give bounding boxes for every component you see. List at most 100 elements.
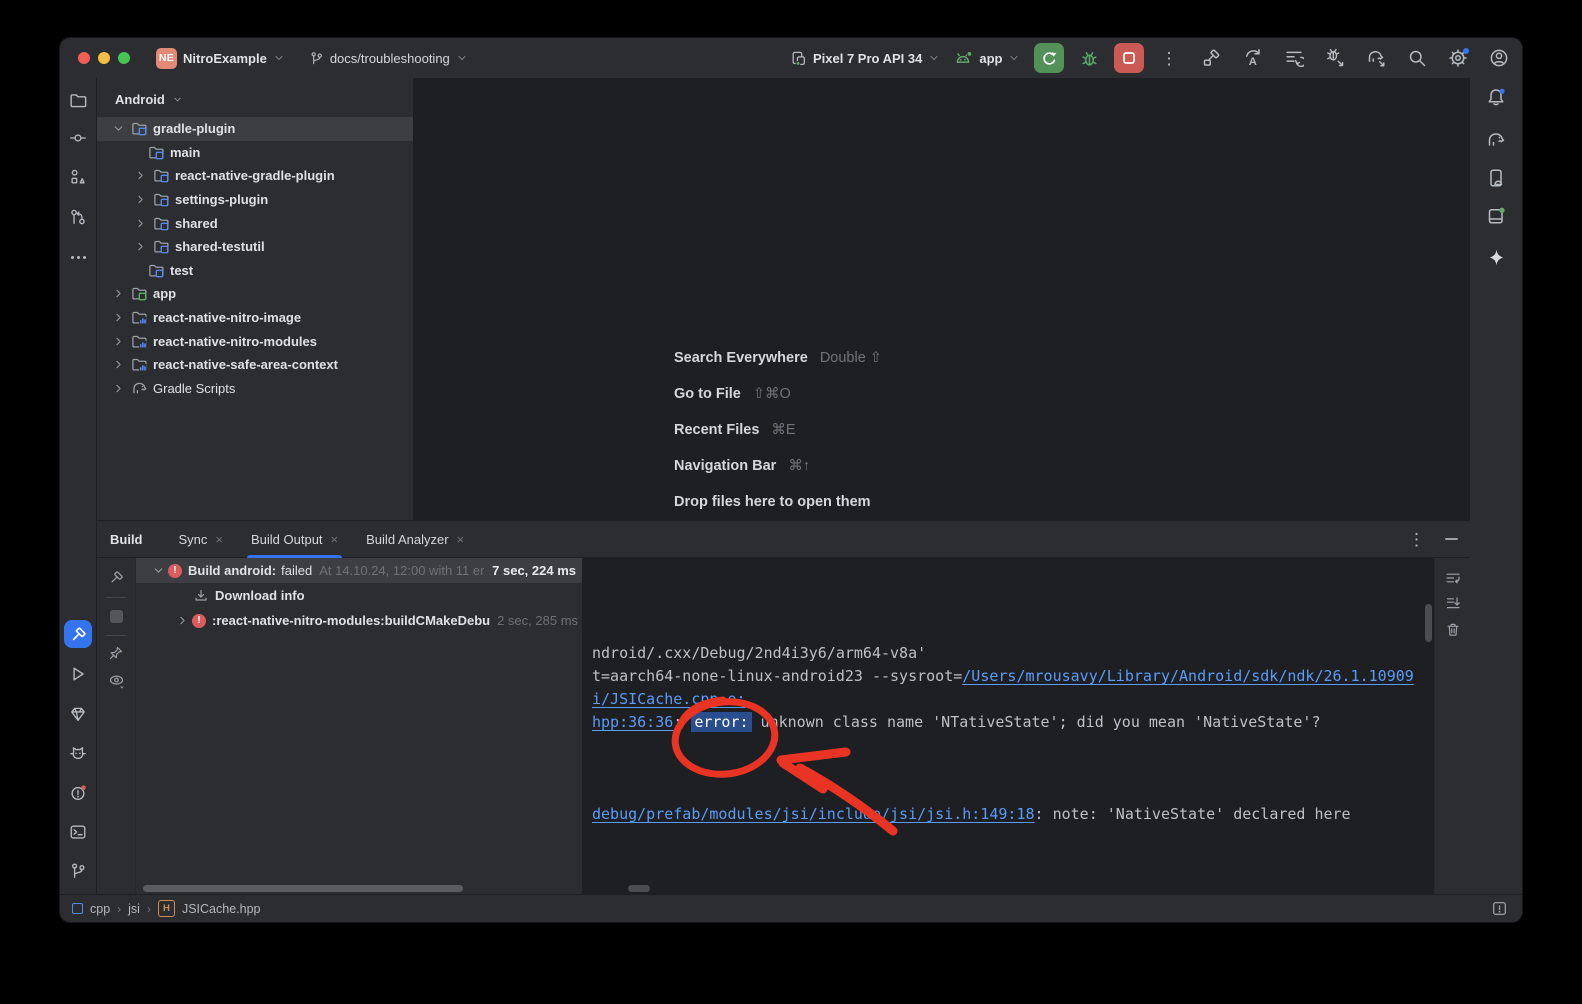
hide-panel-button[interactable]	[1445, 538, 1458, 540]
logcat-tool-button[interactable]	[64, 739, 92, 767]
tree-horizontal-scrollbar[interactable]	[143, 885, 463, 892]
close-window-button[interactable]	[78, 52, 90, 64]
debug-button[interactable]	[1078, 47, 1100, 69]
settings-button[interactable]	[1447, 47, 1469, 69]
tree-item-react-native-gradle-plugin[interactable]: react-native-gradle-plugin	[97, 164, 413, 188]
project-view-selector[interactable]: Android	[97, 78, 413, 115]
android-icon	[954, 50, 973, 67]
commit-tool-button[interactable]	[64, 124, 92, 152]
title-bar: NE NitroExample docs/troubleshooting Pix…	[60, 38, 1522, 79]
stop-button[interactable]	[1114, 43, 1144, 73]
scroll-to-end-button[interactable]	[1441, 591, 1465, 615]
terminal-icon	[69, 823, 87, 841]
console-file-link[interactable]: debug/prefab/modules/jsi/include/jsi/jsi…	[592, 805, 1035, 823]
device-selector[interactable]: Pixel 7 Pro API 34	[790, 50, 940, 67]
editor-shortcut-hints: Search EverywhereDouble ⇧ Go to File⇧⌘O …	[674, 350, 882, 530]
tree-item-react-native-nitro-modules[interactable]: react-native-nitro-modules	[97, 329, 413, 353]
view-options-button[interactable]	[104, 668, 128, 692]
build-root-row[interactable]: ! Build android: failed At 14.10.24, 12:…	[136, 558, 582, 583]
structure-tool-button[interactable]	[64, 163, 92, 191]
shortcut-action: Go to File	[674, 386, 741, 402]
console-line: ndroid/.cxx/Debug/2nd4i3y6/arm64-v8a'	[592, 642, 1434, 665]
gradle-elephant-icon	[131, 380, 148, 397]
tree-item-settings-plugin[interactable]: settings-plugin	[97, 188, 413, 212]
tab-build-analyzer[interactable]: Build Analyzer ×	[356, 521, 474, 557]
run-configuration-selector[interactable]: app	[954, 50, 1020, 67]
gradle-panel-button[interactable]	[1482, 126, 1510, 154]
close-icon[interactable]: ×	[331, 533, 339, 546]
attach-debugger-button[interactable]	[1324, 47, 1346, 69]
chevron-down-icon	[456, 52, 468, 64]
more-actions-menu[interactable]: ⋮	[1158, 50, 1179, 67]
sync-gradle-button[interactable]	[1365, 47, 1387, 69]
pin-tab-button[interactable]	[104, 641, 128, 665]
chevron-right-icon	[112, 382, 125, 395]
tree-item-react-native-nitro-image[interactable]: react-native-nitro-image	[97, 306, 413, 330]
clear-console-button[interactable]	[1441, 618, 1465, 642]
tree-item-shared-testutil[interactable]: shared-testutil	[97, 235, 413, 259]
search-everywhere-button[interactable]	[1406, 47, 1428, 69]
build-project-button[interactable]	[1201, 47, 1223, 69]
pull-requests-tool-button[interactable]	[64, 203, 92, 231]
tree-item-react-native-safe-area-context[interactable]: react-native-safe-area-context	[97, 353, 413, 377]
device-manager-button[interactable]	[1482, 164, 1510, 192]
failed-task-row[interactable]: ! :react-native-nitro-modules:buildCMake…	[136, 608, 582, 633]
console-vertical-scrollbar[interactable]	[1425, 604, 1432, 642]
build-tab-bar: Build Sync × Build Output × Build Analyz…	[97, 521, 1470, 558]
tree-item-shared[interactable]: shared	[97, 211, 413, 235]
tab-sync[interactable]: Sync ×	[169, 521, 234, 557]
tree-item-gradle-scripts[interactable]: Gradle Scripts	[97, 377, 413, 401]
panel-options-menu[interactable]: ⋮	[1406, 531, 1427, 548]
project-tool-button[interactable]	[64, 86, 92, 114]
problems-tool-button[interactable]	[64, 779, 92, 807]
apply-changes-button[interactable]: A	[1242, 47, 1264, 69]
tree-item-app[interactable]: app	[97, 282, 413, 306]
version-control-tool-button[interactable]	[64, 857, 92, 885]
settings-notification-dot	[1463, 48, 1469, 54]
close-icon[interactable]: ×	[457, 533, 465, 546]
restart-build-button[interactable]	[104, 565, 128, 589]
breadcrumb-item[interactable]: cpp	[90, 902, 110, 916]
console-horizontal-scrollbar[interactable]	[628, 885, 650, 892]
tree-item-test[interactable]: test	[97, 259, 413, 283]
console-file-link[interactable]: hpp:36:36	[592, 713, 673, 731]
project-widget[interactable]: NE NitroExample	[156, 48, 285, 69]
gem-icon	[69, 705, 87, 723]
soft-wrap-button[interactable]	[1441, 566, 1465, 590]
status-bar: cpp › jsi › H JSICache.hpp	[60, 894, 1522, 922]
tree-item-main[interactable]: main	[97, 141, 413, 165]
tree-item-label: shared-testutil	[175, 239, 265, 254]
library-folder-icon	[131, 356, 148, 373]
run-config-name: app	[979, 51, 1002, 66]
minimize-window-button[interactable]	[98, 52, 110, 64]
gemini-assistant-button[interactable]	[1482, 243, 1510, 271]
apply-code-changes-button[interactable]	[1283, 47, 1305, 69]
breadcrumb-file[interactable]: JSICache.hpp	[182, 902, 261, 916]
stop-build-button[interactable]	[104, 604, 128, 628]
close-icon[interactable]: ×	[215, 533, 223, 546]
rerun-button[interactable]	[1034, 43, 1064, 73]
tab-build-output[interactable]: Build Output ×	[241, 521, 348, 557]
tree-item-label: react-native-nitro-modules	[153, 334, 317, 349]
console-file-link[interactable]: i/JSICache.cpp.o:	[592, 690, 746, 708]
run-tool-button[interactable]	[64, 660, 92, 688]
console-file-link[interactable]: /Users/mrousavy/Library/Android/sdk/ndk/…	[962, 667, 1414, 685]
more-tool-windows-button[interactable]	[64, 243, 92, 271]
vcs-branch-widget[interactable]: docs/troubleshooting	[309, 51, 468, 66]
app-quality-insights-tool-button[interactable]	[64, 700, 92, 728]
console-text: : note: 'NativeState' declared here	[1035, 805, 1351, 823]
maximize-window-button[interactable]	[118, 52, 130, 64]
debug-bug-icon	[1080, 49, 1099, 68]
build-root-detail: At 14.10.24, 12:00 with 11 er	[319, 563, 484, 578]
notifications-button[interactable]	[1482, 83, 1510, 111]
build-tool-button[interactable]	[64, 620, 92, 648]
reader-mode-button[interactable]	[1491, 900, 1508, 917]
terminal-tool-button[interactable]	[64, 818, 92, 846]
download-info-row[interactable]: Download info	[136, 583, 582, 608]
tree-item-gradle-plugin[interactable]: gradle-plugin	[97, 117, 413, 141]
module-folder-icon	[148, 262, 165, 279]
console-line: hpp:36:36: error: unknown class name 'NT…	[592, 711, 1434, 734]
profile-button[interactable]	[1488, 47, 1510, 69]
running-devices-button[interactable]	[1482, 202, 1510, 230]
breadcrumb-item[interactable]: jsi	[128, 902, 140, 916]
